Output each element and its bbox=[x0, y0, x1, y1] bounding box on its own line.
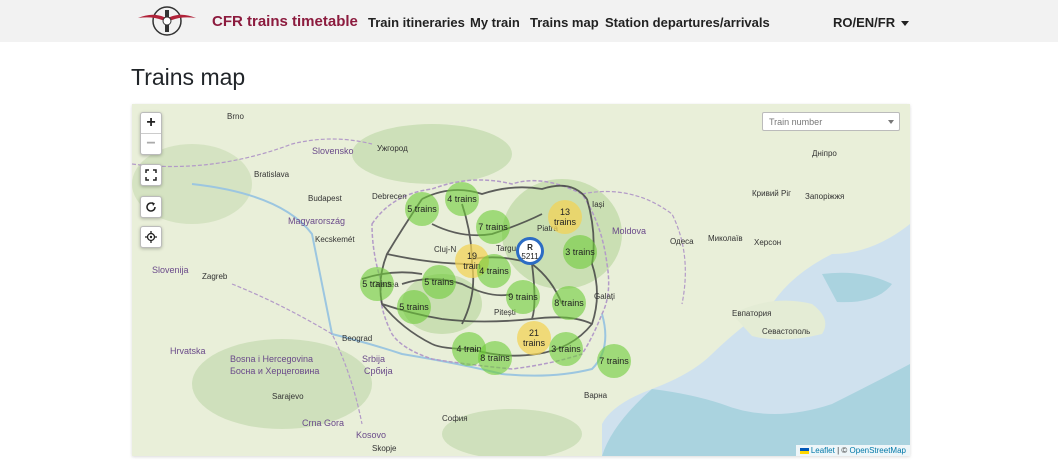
train-number-select[interactable]: Train number bbox=[762, 112, 900, 131]
language-dropdown[interactable]: RO/EN/FR bbox=[833, 15, 910, 30]
place-label: Kecskemét bbox=[315, 235, 355, 244]
place-label: Херсон bbox=[754, 238, 782, 247]
train-cluster[interactable]: 8 trains bbox=[478, 341, 512, 375]
locate-button[interactable] bbox=[140, 226, 162, 248]
place-label: Slovenija bbox=[152, 265, 189, 275]
train-cluster[interactable]: 7 trains bbox=[476, 210, 510, 244]
nav-train-itineraries[interactable]: Train itineraries bbox=[368, 15, 465, 30]
place-label: Миколаїв bbox=[708, 234, 743, 243]
crosshair-icon bbox=[145, 231, 157, 243]
page-title: Trains map bbox=[131, 64, 246, 90]
cfr-logo-icon[interactable] bbox=[136, 4, 198, 38]
train-cluster[interactable]: 3 trains bbox=[549, 332, 583, 366]
place-label: Bosna i Hercegovina bbox=[230, 354, 314, 364]
place-label: Iași bbox=[592, 200, 605, 209]
train-cluster[interactable]: 5 trains bbox=[397, 290, 431, 324]
zoom-out-button[interactable]: − bbox=[141, 133, 161, 154]
nav-my-train[interactable]: My train bbox=[470, 15, 520, 30]
zoom-control: + − bbox=[140, 112, 162, 155]
place-label: Zagreb bbox=[202, 272, 228, 281]
place-label: Дніпро bbox=[812, 149, 837, 158]
train-cluster[interactable]: 21 trains bbox=[517, 321, 551, 355]
place-label: Кривий Ріг bbox=[752, 189, 792, 198]
refresh-button[interactable] bbox=[140, 196, 162, 218]
place-label: Srbija bbox=[362, 354, 386, 364]
place-label: Cluj-N bbox=[434, 245, 457, 254]
fullscreen-icon bbox=[145, 169, 157, 181]
brand-title[interactable]: CFR trains timetable bbox=[212, 13, 358, 30]
place-label: Moldova bbox=[612, 226, 647, 236]
place-label: Targu bbox=[496, 244, 517, 253]
place-label: Србија bbox=[364, 366, 393, 376]
place-label: Slovensko bbox=[312, 146, 354, 156]
place-label: Brno bbox=[227, 112, 244, 121]
nav-station-departures[interactable]: Station departures/arrivals bbox=[605, 15, 770, 30]
train-marker[interactable]: R 5211 bbox=[516, 237, 544, 265]
fullscreen-button[interactable] bbox=[140, 164, 162, 186]
top-navbar: CFR trains timetable Train itineraries M… bbox=[0, 0, 1058, 42]
place-label: Magyarország bbox=[288, 216, 346, 226]
place-label: Debrecen bbox=[372, 192, 407, 201]
place-label: Запоріжжя bbox=[805, 192, 845, 201]
train-cluster[interactable]: 5 trains bbox=[360, 267, 394, 301]
place-label: Евпатория bbox=[732, 309, 772, 318]
place-label: Bratislava bbox=[254, 170, 290, 179]
openstreetmap-link[interactable]: OpenStreetMap bbox=[850, 446, 906, 455]
caret-down-icon bbox=[901, 21, 910, 27]
place-label: Kosovo bbox=[356, 430, 387, 440]
nav-trains-map[interactable]: Trains map bbox=[530, 15, 599, 30]
place-label: Beograd bbox=[342, 334, 373, 343]
caret-down-icon bbox=[888, 120, 894, 124]
map-attribution: Leaflet | © OpenStreetMap bbox=[795, 445, 910, 456]
place-label: Galați bbox=[594, 292, 615, 301]
place-label: Sarajevo bbox=[272, 392, 304, 401]
refresh-icon bbox=[146, 202, 156, 212]
place-label: Босна и Херцеговина bbox=[230, 366, 320, 376]
train-cluster[interactable]: 13 trains bbox=[548, 200, 582, 234]
attribution-separator: | © bbox=[837, 446, 848, 455]
train-cluster[interactable]: 3 trains bbox=[563, 235, 597, 269]
place-label: Crna Gora bbox=[302, 418, 345, 428]
place-label: Одеса bbox=[670, 237, 694, 246]
train-cluster[interactable]: 8 trains bbox=[552, 286, 586, 320]
train-cluster[interactable]: 9 trains bbox=[506, 280, 540, 314]
flag-icon bbox=[799, 447, 809, 454]
place-label: Варна bbox=[584, 391, 608, 400]
zoom-in-button[interactable]: + bbox=[141, 113, 161, 133]
train-cluster[interactable]: 5 trains bbox=[422, 265, 456, 299]
leaflet-link[interactable]: Leaflet bbox=[811, 446, 835, 455]
place-label: Skopje bbox=[372, 444, 397, 453]
place-label: София bbox=[442, 414, 468, 423]
train-number-placeholder: Train number bbox=[769, 117, 823, 127]
place-label: Севастополь bbox=[762, 327, 811, 336]
train-cluster[interactable]: 5 trains bbox=[405, 192, 439, 226]
place-label: Hrvatska bbox=[170, 346, 206, 356]
train-cluster[interactable]: 4 trains bbox=[477, 254, 511, 288]
place-label: Budapest bbox=[308, 194, 342, 203]
train-cluster[interactable]: 4 trains bbox=[445, 182, 479, 216]
train-cluster[interactable]: 7 trains bbox=[597, 344, 631, 378]
trains-map[interactable]: Brno Bratislava Budapest Magyarország Ke… bbox=[132, 104, 910, 456]
place-label: Ужгород bbox=[377, 144, 408, 153]
language-label: RO/EN/FR bbox=[833, 15, 896, 30]
